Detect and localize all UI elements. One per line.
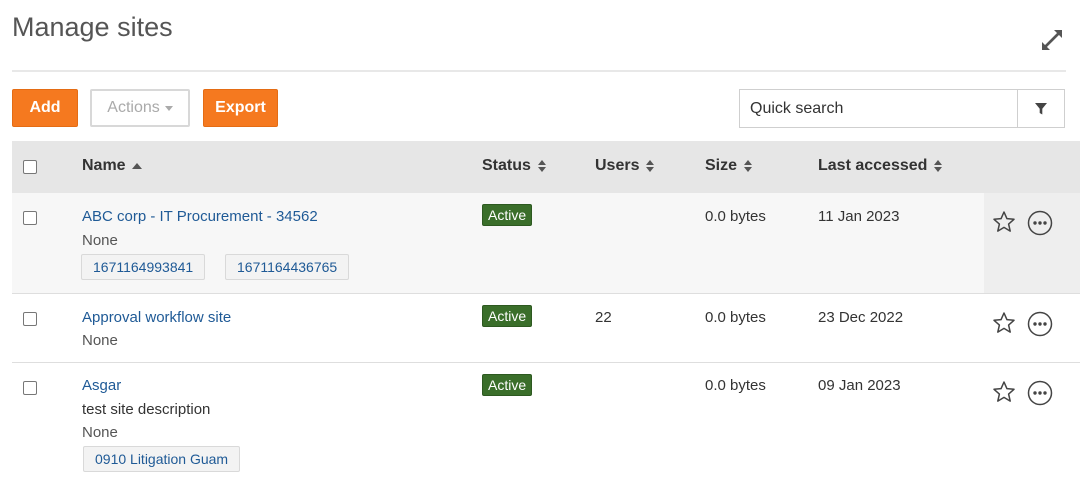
star-icon[interactable] (992, 311, 1016, 335)
more-options-icon[interactable] (1027, 311, 1053, 337)
column-header-users[interactable]: Users (595, 157, 655, 175)
title-divider (12, 70, 1066, 72)
site-size: 0.0 bytes (705, 208, 766, 225)
site-tag[interactable]: 0910 Litigation Guam (83, 446, 241, 472)
site-size: 0.0 bytes (705, 377, 766, 394)
column-header-name-label: Name (82, 157, 126, 174)
export-button[interactable]: Export (203, 89, 278, 127)
quick-search-input[interactable] (740, 90, 1017, 127)
table-row: Asgar test site description None 0910 Li… (12, 363, 1080, 480)
column-header-size-label: Size (705, 157, 738, 174)
more-options-icon[interactable] (1027, 210, 1053, 236)
site-category: None (82, 332, 118, 349)
users-count: 22 (595, 309, 612, 326)
select-all-checkbox[interactable] (23, 160, 37, 174)
site-name-link[interactable]: Asgar (82, 377, 121, 394)
column-header-status[interactable]: Status (482, 157, 547, 175)
page-title: Manage sites (12, 12, 173, 42)
column-header-size[interactable]: Size (705, 157, 753, 175)
row-checkbox[interactable] (23, 312, 37, 326)
row-actions-area (984, 193, 1080, 293)
table-row: Approval workflow site None Active 22 0.… (12, 294, 1080, 363)
add-button[interactable]: Add (12, 89, 78, 127)
site-name-link[interactable]: Approval workflow site (82, 309, 231, 326)
last-accessed-date: 11 Jan 2023 (818, 208, 900, 225)
status-badge: Active (482, 305, 533, 327)
chevron-down-icon (164, 105, 173, 111)
sort-icon (744, 160, 753, 172)
actions-button-label: Actions (107, 99, 160, 116)
column-header-last-accessed-label: Last accessed (818, 157, 928, 174)
sort-ascending-icon (131, 163, 142, 169)
quick-search (739, 89, 1065, 128)
status-badge: Active (482, 204, 533, 226)
add-button-label: Add (29, 99, 61, 116)
site-size: 0.0 bytes (705, 309, 766, 326)
site-tag[interactable]: 1671164993841 (81, 254, 206, 280)
table-row: ABC corp - IT Procurement - 34562 None 1… (12, 193, 1080, 294)
more-options-icon[interactable] (1027, 380, 1053, 406)
site-category: None (82, 232, 118, 249)
filter-icon (1035, 102, 1047, 114)
sort-icon (646, 160, 655, 172)
table-header: Name Status Users Size Last accessed (12, 141, 1080, 193)
site-tag[interactable]: 1671164436765 (225, 254, 350, 280)
column-header-name[interactable]: Name (82, 157, 142, 175)
column-header-last-accessed[interactable]: Last accessed (818, 157, 943, 175)
site-description: test site description (82, 401, 211, 418)
site-name-link[interactable]: ABC corp - IT Procurement - 34562 (82, 208, 318, 225)
sort-icon (537, 160, 546, 172)
column-header-status-label: Status (482, 157, 531, 174)
last-accessed-date: 23 Dec 2022 (818, 309, 904, 326)
row-checkbox[interactable] (23, 211, 37, 225)
row-checkbox[interactable] (23, 381, 37, 395)
filter-button[interactable] (1017, 90, 1064, 127)
actions-dropdown-button[interactable]: Actions (90, 89, 190, 127)
status-badge: Active (482, 374, 533, 396)
export-button-label: Export (215, 99, 266, 116)
site-category: None (82, 424, 118, 441)
star-icon[interactable] (992, 380, 1016, 404)
column-header-users-label: Users (595, 157, 640, 174)
star-icon[interactable] (992, 210, 1016, 234)
sort-icon (934, 160, 943, 172)
last-accessed-date: 09 Jan 2023 (818, 377, 901, 394)
expand-icon[interactable] (1040, 28, 1064, 52)
